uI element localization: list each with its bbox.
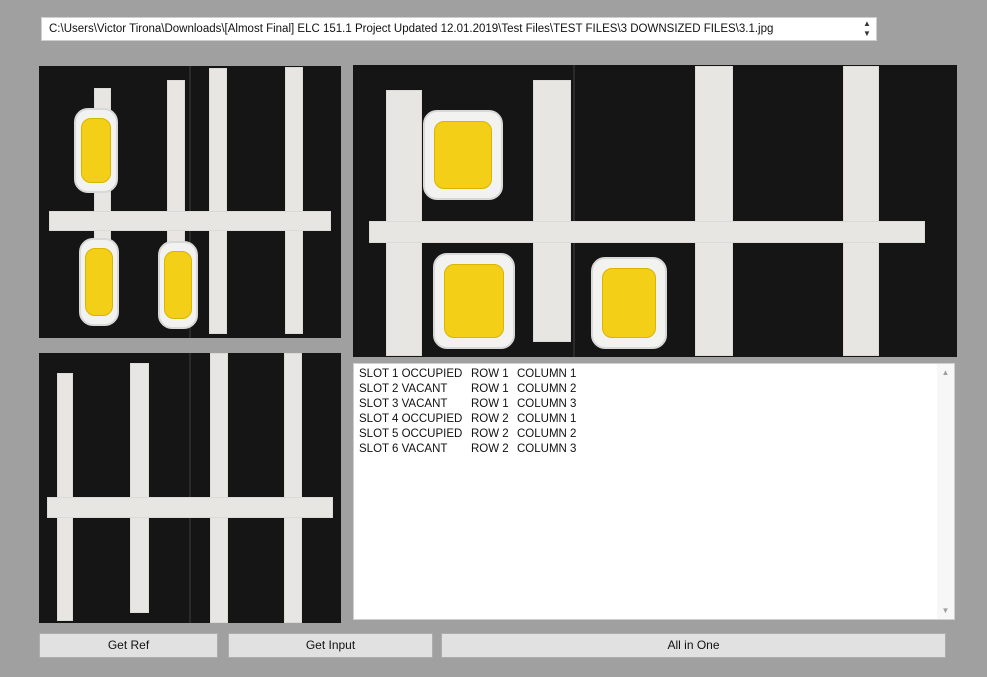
row-text: ROW 1 — [471, 398, 509, 410]
input-image-enlarged — [353, 65, 957, 357]
row-text: ROW 2 — [471, 413, 509, 425]
car-slot-1-large — [423, 110, 503, 200]
car-slot-4-large — [433, 253, 515, 349]
get-input-button[interactable]: Get Input — [228, 633, 433, 658]
car-slot-4 — [79, 238, 119, 326]
slot-status-text: SLOT 4 OCCUPIED — [359, 413, 463, 425]
reference-image — [39, 353, 341, 623]
scroll-down-icon[interactable]: ▼ — [941, 606, 950, 615]
row-text: ROW 2 — [471, 443, 509, 455]
file-path-field[interactable]: C:\Users\Victor Tirona\Downloads\[Almost… — [41, 17, 877, 41]
column-text: COLUMN 1 — [517, 413, 577, 425]
column-text: COLUMN 1 — [517, 368, 577, 380]
car-slot-5-large — [591, 257, 667, 349]
row-text: ROW 1 — [471, 383, 509, 395]
get-ref-button[interactable]: Get Ref — [39, 633, 218, 658]
slot-status-text: SLOT 3 VACANT — [359, 398, 448, 410]
slot-status-text: SLOT 6 VACANT — [359, 443, 448, 455]
car-slot-1 — [74, 108, 118, 193]
column-text: COLUMN 3 — [517, 443, 577, 455]
column-text: COLUMN 2 — [517, 428, 577, 440]
row-text: ROW 1 — [471, 368, 509, 380]
column-text: COLUMN 2 — [517, 383, 577, 395]
row-text: ROW 2 — [471, 428, 509, 440]
scroll-up-icon[interactable]: ▲ — [941, 368, 950, 377]
file-path-text: C:\Users\Victor Tirona\Downloads\[Almost… — [49, 23, 774, 35]
result-scrollbar[interactable]: ▲ ▼ — [937, 364, 954, 619]
input-image — [39, 66, 341, 338]
spin-up-icon[interactable]: ▲ — [862, 19, 872, 29]
all-in-one-button[interactable]: All in One — [441, 633, 946, 658]
result-textbox[interactable]: SLOT 1 OCCUPIED ROW 1 COLUMN 1 SLOT 2 VACAN… — [353, 363, 955, 620]
column-text: COLUMN 3 — [517, 398, 577, 410]
slot-status-text: SLOT 2 VACANT — [359, 383, 448, 395]
file-path-spinner[interactable]: ▲ ▼ — [858, 18, 876, 40]
car-slot-5 — [158, 241, 198, 329]
spin-down-icon[interactable]: ▼ — [862, 29, 872, 39]
slot-status-text: SLOT 5 OCCUPIED — [359, 428, 463, 440]
slot-status-text: SLOT 1 OCCUPIED — [359, 368, 463, 380]
